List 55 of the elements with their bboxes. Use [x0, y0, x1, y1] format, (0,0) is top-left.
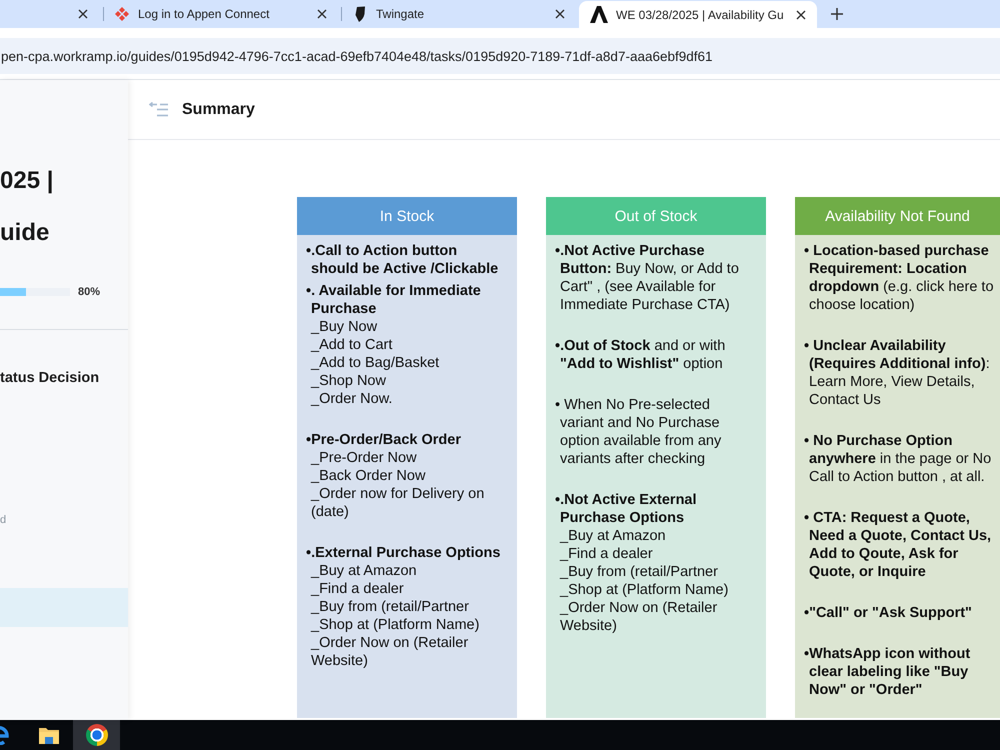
- bullet-text: •.Not Active External Purchase Options: [555, 491, 698, 527]
- list-item-text: _Order Now on (Retailer Website): [558, 599, 718, 635]
- list-item-text: _Order now for Delivery on (date): [310, 485, 486, 521]
- logo-icon: [590, 6, 608, 23]
- list-item-text: _Shop at (Platform Name): [310, 616, 480, 634]
- column-header: Availability Not Found: [795, 197, 1000, 235]
- column-header: In Stock: [297, 197, 517, 235]
- e-icon[interactable]: [0, 725, 10, 745]
- list-item-text: _Back Order Now: [310, 467, 426, 485]
- browser-tab[interactable]: WE 03/28/2025 | Availability Gu: [579, 1, 817, 28]
- bullet-text: •. Available for Immediate Purchase: [306, 282, 482, 318]
- progress-percent: 80%: [78, 286, 100, 298]
- bullet-text: •.Out of Stock and or with "Add to Wishlist" option: [555, 337, 726, 373]
- list-item-text: _Add to Cart: [310, 336, 394, 354]
- list-item-text: _Buy at Amazon: [558, 527, 667, 545]
- browser-tab[interactable]: Twingate: [341, 0, 579, 28]
- bullet-text: •WhatsApp icon without clear labeling like "Buy Now" or "Order": [804, 645, 972, 699]
- caption-text: d: [0, 513, 6, 527]
- list-item-text: _Find a dealer: [558, 545, 654, 563]
- close-icon: [78, 9, 88, 19]
- bullet-text: • When No Pre-selected variant and No Purchase option available from any variants after checking: [555, 396, 722, 468]
- list-item-text: _Buy from (retail/Partner: [310, 598, 470, 616]
- plus-icon: [831, 8, 843, 20]
- bullet-text: •"Call" or "Ask Support": [804, 604, 973, 622]
- address-bar[interactable]: pen-cpa.workramp.io/guides/0195d942-4796-7cc1-acad-69efb7404e48/tasks/0195d920-7189-71df-a8d7-aaa6ebf9df61: [0, 38, 1000, 74]
- bullet-text: •.Call to Action button should be Active /Clickable: [306, 242, 500, 278]
- list-item-text: _Shop Now: [310, 372, 387, 390]
- bullet-text: •.External Purchase Options: [306, 544, 502, 562]
- list-item-text: _Shop at (Platform Name): [558, 581, 730, 599]
- list-item-text: _Buy from (retail/Partner: [558, 563, 719, 581]
- bullet-text: •Pre-Order/Back Order: [306, 431, 462, 449]
- list-item-text: _Buy at Amazon: [310, 562, 418, 580]
- bullet-text: • Location-based purchase Requirement: Location dropdown (e.g. click here to choose location): [804, 242, 995, 314]
- guide-title: 025 | uide: [0, 166, 54, 248]
- taskbar-button[interactable]: [73, 720, 120, 750]
- page-heading: Summary: [182, 100, 255, 118]
- diamond-icon: [114, 6, 130, 22]
- circle-logo-icon: [86, 724, 108, 746]
- close-icon: [796, 10, 806, 20]
- close-icon: [555, 9, 565, 19]
- list-item-text: _Find a dealer: [310, 580, 405, 598]
- browser-tab[interactable]: Log in to Appen Connect: [103, 0, 341, 28]
- list-item-text: _Pre-Order Now: [310, 449, 418, 467]
- bullet-text: • Unclear Availability (Requires Additional info): Learn More, View Details, Contact Us: [804, 337, 991, 409]
- close-icon: [317, 9, 327, 19]
- bullet-text: •.Not Active Purchase Button: Buy Now, or Add to Cart" , (see Available for Immediate Purchase CTA): [555, 242, 740, 314]
- list-item-text: _Buy Now: [310, 318, 378, 336]
- section-title: tatus Decision: [0, 369, 100, 388]
- list-item-text: _Order Now.: [310, 390, 394, 408]
- bullet-text: • No Purchase Option anywhere in the page or No Call to Action button , at all.: [804, 432, 992, 486]
- list-item-text: _Add to Bag/Basket: [310, 354, 440, 372]
- folder-icon[interactable]: [38, 725, 60, 745]
- bullet-text: • CTA: Request a Quote, Need a Quote, Contact Us, Add to Qoute, Ask for Quote, or Inquire: [804, 509, 992, 581]
- column-header: Out of Stock: [546, 197, 766, 235]
- list-item-text: _Order Now on (Retailer Website): [310, 634, 470, 670]
